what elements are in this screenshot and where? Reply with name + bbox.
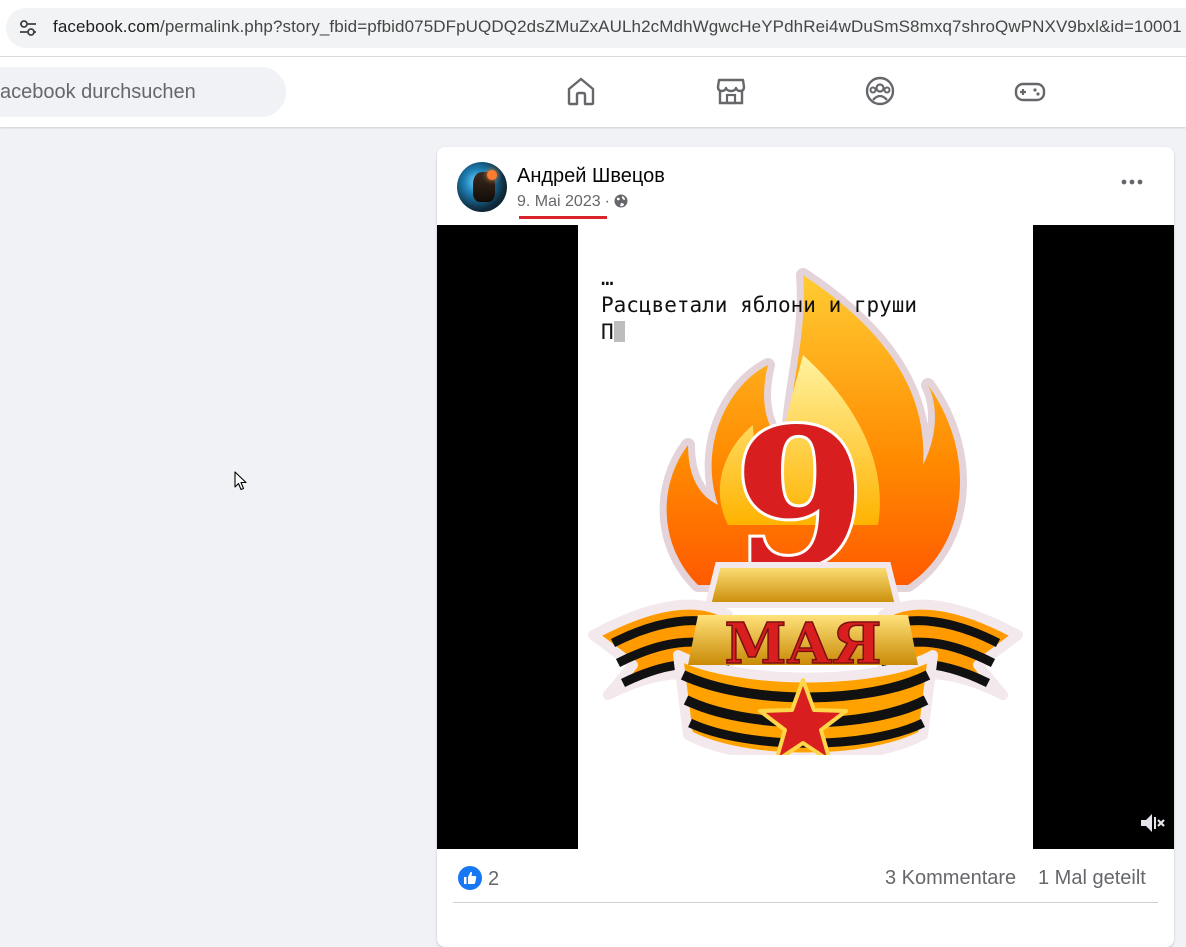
typing-cursor — [613, 321, 625, 342]
like-count[interactable]: 2 — [488, 868, 499, 891]
mouse-cursor-icon — [234, 471, 247, 491]
lyric-line-1: … — [601, 266, 614, 290]
shares-count[interactable]: 1 Mal geteilt — [1038, 867, 1146, 890]
url-path: /permalink.php?story_fbid=pfbid075DFpUQD… — [160, 17, 1182, 36]
gaming-icon[interactable] — [1013, 74, 1047, 108]
muted-speaker-icon[interactable] — [1138, 811, 1166, 835]
post-meta: 9. Mai 2023 · — [517, 193, 628, 211]
post-stats-row: 2 3 Kommentare 1 Mal geteilt — [437, 849, 1174, 907]
post-card: Андрей Швецов 9. Mai 2023 · 9 МАЯ … Расц… — [437, 147, 1174, 947]
author-avatar[interactable] — [457, 162, 507, 212]
video-frame: 9 МАЯ … Расцветали яблони и груши П — [578, 225, 1033, 849]
lyric-line-3: П — [601, 320, 614, 344]
marketplace-icon[interactable] — [714, 74, 748, 108]
home-icon[interactable] — [564, 74, 598, 108]
lyrics-text: … Расцветали яблони и груши П — [601, 265, 917, 346]
comments-count[interactable]: 3 Kommentare — [885, 867, 1016, 890]
url-host: facebook.com — [53, 17, 161, 36]
search-placeholder: acebook durchsuchen — [0, 81, 196, 103]
more-options-icon[interactable] — [1120, 177, 1144, 187]
like-reaction-icon[interactable] — [458, 866, 482, 890]
url-text[interactable]: facebook.com/permalink.php?story_fbid=pf… — [53, 17, 1182, 37]
video-player[interactable]: 9 МАЯ … Расцветали яблони и груши П — [437, 225, 1174, 849]
meta-separator: · — [604, 193, 610, 210]
site-settings-icon[interactable] — [18, 18, 38, 38]
lyric-line-2: Расцветали яблони и груши — [601, 293, 918, 317]
author-name[interactable]: Андрей Швецов — [517, 165, 665, 188]
search-input[interactable]: acebook durchsuchen — [0, 67, 286, 117]
groups-icon[interactable] — [863, 74, 897, 108]
emblem-word: МАЯ — [725, 611, 882, 677]
facebook-header: acebook durchsuchen — [0, 57, 1186, 127]
globe-icon — [614, 194, 628, 208]
date-annotation-underline — [519, 216, 607, 219]
action-divider — [453, 902, 1158, 903]
post-date[interactable]: 9. Mai 2023 — [517, 193, 601, 210]
browser-address-bar: facebook.com/permalink.php?story_fbid=pf… — [0, 0, 1186, 57]
